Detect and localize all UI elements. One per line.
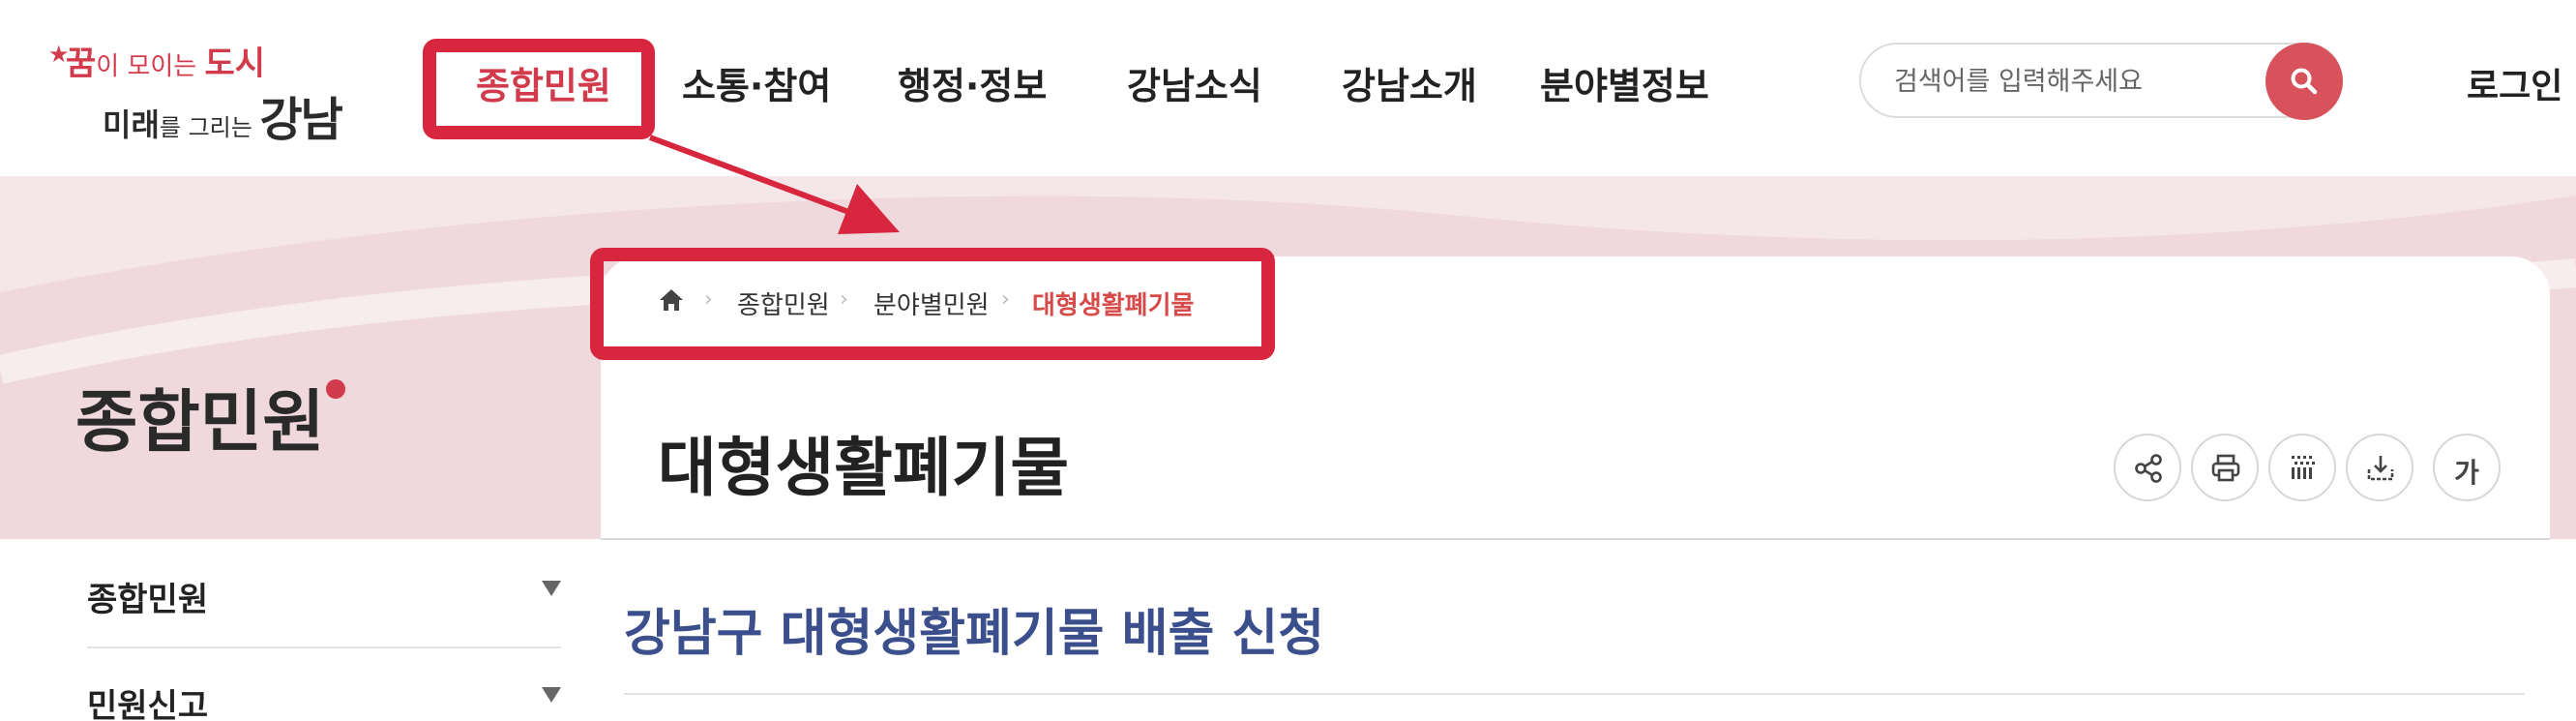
site-header: ★ 꿈이 모이는 도시 미래를 그리는 강남 종합민원 소통·참여 행정·정보 …	[0, 0, 2576, 176]
search-icon	[2291, 68, 2318, 95]
share-icon	[2135, 454, 2162, 483]
qr-icon	[2292, 456, 2315, 479]
annotation-highlight-nav	[423, 39, 655, 139]
search-input[interactable]	[1894, 60, 2262, 103]
sidebar-item-label: 민원신고	[87, 687, 209, 721]
site-logo[interactable]: ★ 꿈이 모이는 도시 미래를 그리는 강남	[48, 37, 348, 147]
login-link[interactable]: 로그인	[2467, 58, 2562, 108]
sidebar-item-civil-service[interactable]: 종합민원	[87, 573, 561, 620]
nav-item-administration[interactable]: 행정·정보	[898, 56, 1047, 109]
section-title: 종합민원	[75, 382, 325, 462]
nav-item-communication[interactable]: 소통·참여	[682, 56, 831, 109]
page-title: 대형생활폐기물	[658, 431, 1070, 505]
logo-line-2: 미래를 그리는 강남	[103, 93, 343, 147]
share-button[interactable]	[2114, 434, 2181, 501]
nav-item-news[interactable]: 강남소식	[1127, 56, 1262, 109]
triangle-down-icon	[542, 687, 561, 703]
print-icon	[2211, 454, 2240, 482]
sidebar-item-civil-report[interactable]: 민원신고	[87, 679, 561, 721]
qr-code-button[interactable]	[2268, 434, 2336, 501]
sidebar-divider	[87, 646, 561, 648]
logo-line-1: 꿈이 모이는 도시	[66, 45, 266, 83]
subheading-divider	[624, 693, 2525, 695]
nav-item-about[interactable]: 강남소개	[1342, 56, 1477, 109]
content-subheading: 강남구 대형생활폐기물 배출 신청	[624, 605, 1325, 663]
sidebar-item-label: 종합민원	[87, 581, 209, 619]
nav-item-field-info[interactable]: 분야별정보	[1540, 56, 1709, 109]
download-button[interactable]	[2346, 434, 2413, 501]
title-divider	[601, 538, 2550, 540]
download-icon	[2367, 456, 2394, 481]
triangle-down-icon	[542, 581, 561, 596]
search-button[interactable]	[2265, 43, 2343, 120]
annotation-highlight-breadcrumb	[590, 248, 1275, 360]
font-size-button[interactable]: 가	[2433, 434, 2501, 501]
title-dot-decoration	[326, 379, 345, 399]
font-size-label: 가	[2454, 457, 2479, 489]
print-button[interactable]	[2191, 434, 2259, 501]
